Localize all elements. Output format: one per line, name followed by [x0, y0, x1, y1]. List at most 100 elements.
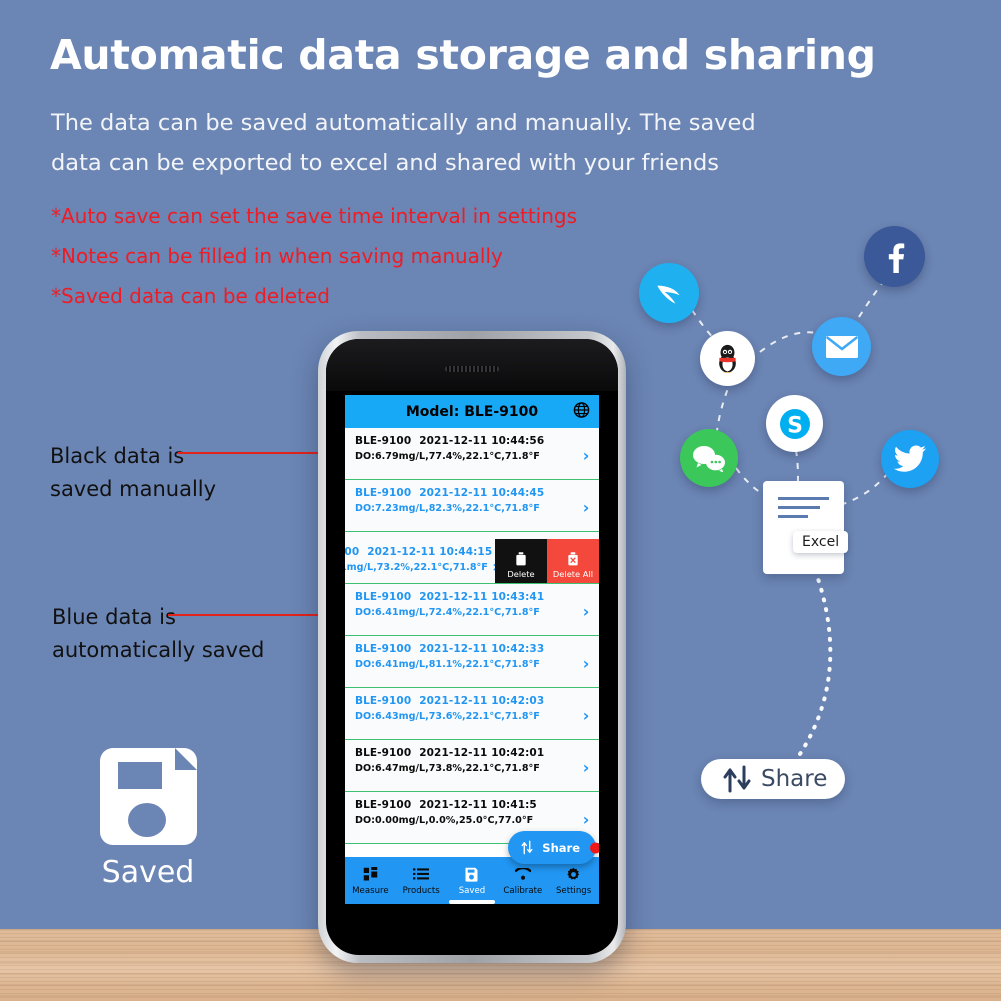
- list-item[interactable]: BLE-9100 2021-12-11 10:42:03 DO:6.43mg/L,…: [345, 688, 599, 740]
- chevron-right-icon[interactable]: ›: [573, 747, 599, 787]
- bullet-item: *Auto save can set the save time interva…: [51, 204, 578, 228]
- excel-document-icon[interactable]: [763, 481, 844, 574]
- svg-text:S: S: [787, 413, 803, 438]
- record-text: BLE-9100 2021-12-11 10:43:41 DO:6.41mg/L,…: [355, 591, 573, 618]
- page-title: Automatic data storage and sharing: [50, 31, 876, 79]
- document-lines: [778, 497, 829, 524]
- nav-item-products[interactable]: Products: [396, 866, 447, 896]
- list-item[interactable]: BLE-9100 2021-12-11 10:44:56 DO:6.79mg/L,…: [345, 428, 599, 480]
- bullet-item: *Saved data can be deleted: [51, 284, 330, 308]
- record-text: BLE-9100 2021-12-11 10:42:03 DO:6.43mg/L,…: [355, 695, 573, 722]
- record-title: BLE-9100 2021-12-11 10:41:5: [355, 799, 537, 811]
- saved-badge: Saved: [98, 748, 198, 890]
- delete-button-label: Delete: [507, 569, 535, 579]
- list-item[interactable]: BLE-9100 2021-12-11 10:43:41 DO:6.41mg/L,…: [345, 584, 599, 636]
- chevron-right-icon[interactable]: ›: [573, 695, 599, 735]
- up-down-arrows-icon: [723, 765, 751, 793]
- record-title: BLE-9100 2021-12-11 10:42:01: [355, 747, 545, 759]
- record-title: BLE-9100 2021-12-11 10:43:41: [355, 591, 545, 603]
- phone-screen: Model: BLE-9100 BLE-9100 2021-12-11 10:4…: [345, 395, 599, 904]
- share-callout-pill[interactable]: Share: [701, 759, 846, 799]
- record-reading: DO:6.79mg/L,77.4%,22.1°C,71.8°F: [355, 451, 540, 462]
- phone-mockup: Model: BLE-9100 BLE-9100 2021-12-11 10:4…: [318, 331, 626, 963]
- delete-button[interactable]: Delete: [495, 539, 547, 583]
- list-item[interactable]: BLE-9100 2021-12-11 10:42:01 DO:6.47mg/L,…: [345, 740, 599, 792]
- wechat-icon[interactable]: [680, 429, 738, 487]
- record-reading: DO:6.41mg/L,73.2%,22.1°C,71.8°F: [345, 562, 488, 573]
- record-title: BLE-9100 2021-12-11 10:44:45: [355, 487, 545, 499]
- dingtalk-icon[interactable]: [639, 263, 699, 323]
- annotation-line: Black data is: [50, 444, 185, 468]
- share-badge-dot: [590, 842, 599, 853]
- share-callout-label: Share: [761, 766, 828, 792]
- floppy-slot: [117, 762, 162, 789]
- nav-item-settings[interactable]: Settings: [548, 866, 599, 896]
- phone-top-bezel: [326, 339, 618, 391]
- record-title: BLE-9100 2021-12-11 10:42:33: [355, 643, 545, 655]
- delete-all-button-label: Delete All: [552, 569, 594, 579]
- nav-item-measure[interactable]: Measure: [345, 866, 396, 896]
- bullet-item: *Notes can be filled in when saving manu…: [51, 244, 503, 268]
- saved-badge-label: Saved: [101, 855, 195, 890]
- floppy-hub: [127, 803, 166, 837]
- record-reading: DO:0.00mg/L,0.0%,25.0°C,77.0°F: [355, 815, 534, 826]
- annotation-line: saved manually: [50, 477, 217, 501]
- app-header: Model: BLE-9100: [345, 395, 599, 428]
- phone-speaker-grille: [445, 366, 499, 372]
- chevron-right-icon[interactable]: ›: [573, 487, 599, 527]
- record-reading: DO:6.47mg/L,73.8%,22.1°C,71.8°F: [355, 763, 540, 774]
- annotation-black-data: Black data is saved manually: [50, 440, 216, 506]
- annotation-line: Blue data is: [52, 605, 176, 629]
- twitter-icon[interactable]: [881, 430, 939, 488]
- share-button-label: Share: [542, 840, 580, 855]
- list-item[interactable]: BLE-9100 2021-12-11 10:42:33 DO:6.41mg/L,…: [345, 636, 599, 688]
- skype-icon[interactable]: S: [766, 395, 823, 452]
- grid-icon: [345, 866, 396, 883]
- qq-icon[interactable]: [700, 331, 755, 386]
- nav-item-saved[interactable]: Saved: [447, 866, 498, 896]
- email-icon[interactable]: [812, 317, 871, 376]
- nav-item-calibrate[interactable]: Calibrate: [497, 866, 548, 896]
- record-text: BLE-9100 2021-12-11 10:42:01 DO:6.47mg/L,…: [355, 747, 573, 774]
- chevron-right-icon[interactable]: ›: [573, 435, 599, 475]
- record-text: BLE-9100 2021-12-11 10:44:45 DO:7.23mg/L,…: [355, 487, 573, 514]
- trash-x-icon: [568, 552, 578, 566]
- record-reading: DO:6.41mg/L,81.1%,22.1°C,71.8°F: [355, 659, 540, 670]
- record-title: BLE-91002021-12-11 10:44:15: [345, 546, 493, 558]
- record-text: BLE-91002021-12-11 10:44:15 DO:6.41mg/L,…: [345, 539, 499, 583]
- record-reading: DO:6.41mg/L,72.4%,22.1°C,71.8°F: [355, 607, 540, 618]
- signal-icon: [497, 866, 548, 883]
- home-indicator: [449, 900, 495, 904]
- phone-body: Model: BLE-9100 BLE-9100 2021-12-11 10:4…: [326, 339, 618, 955]
- record-title: BLE-9100 2021-12-11 10:42:03: [355, 695, 545, 707]
- annotation-line: automatically saved: [52, 638, 265, 662]
- nav-label: Calibrate: [503, 885, 543, 896]
- record-text: BLE-9100 2021-12-11 10:42:33 DO:6.41mg/L,…: [355, 643, 573, 670]
- list-item[interactable]: BLE-9100 2021-12-11 10:44:45 DO:7.23mg/L,…: [345, 480, 599, 532]
- app-header-title: Model: BLE-9100: [405, 403, 539, 420]
- record-text: BLE-9100 2021-12-11 10:44:56 DO:6.79mg/L,…: [355, 435, 573, 462]
- nav-label: Saved: [458, 885, 486, 896]
- nav-label: Settings: [555, 885, 592, 896]
- trash-icon: [516, 552, 526, 566]
- share-floating-button[interactable]: Share: [508, 831, 599, 864]
- nav-label: Measure: [352, 885, 389, 896]
- nav-label: Products: [402, 885, 440, 896]
- bottom-navigation[interactable]: Measure Products Saved Calibrate Setting…: [345, 857, 599, 904]
- record-text: BLE-9100 2021-12-11 10:41:5 DO:0.00mg/L,0…: [355, 799, 573, 826]
- chevron-right-icon[interactable]: ›: [573, 643, 599, 683]
- list-item-swiped[interactable]: BLE-91002021-12-11 10:44:15 DO:6.41mg/L,…: [345, 532, 599, 584]
- gear-icon: [548, 866, 599, 883]
- globe-icon[interactable]: [573, 401, 590, 422]
- record-reading: DO:6.43mg/L,73.6%,22.1°C,71.8°F: [355, 711, 540, 722]
- floppy-disk-icon: [99, 748, 197, 845]
- floppy-icon: [447, 866, 498, 883]
- list-icon: [396, 866, 447, 883]
- excel-label: Excel: [793, 531, 849, 553]
- record-reading: DO:7.23mg/L,82.3%,22.1°C,71.8°F: [355, 503, 540, 514]
- facebook-icon[interactable]: [864, 226, 925, 287]
- chevron-right-icon[interactable]: ›: [573, 591, 599, 631]
- share-arrows-icon: [521, 840, 533, 855]
- delete-all-button[interactable]: Delete All: [547, 539, 599, 583]
- record-title: BLE-9100 2021-12-11 10:44:56: [355, 435, 545, 447]
